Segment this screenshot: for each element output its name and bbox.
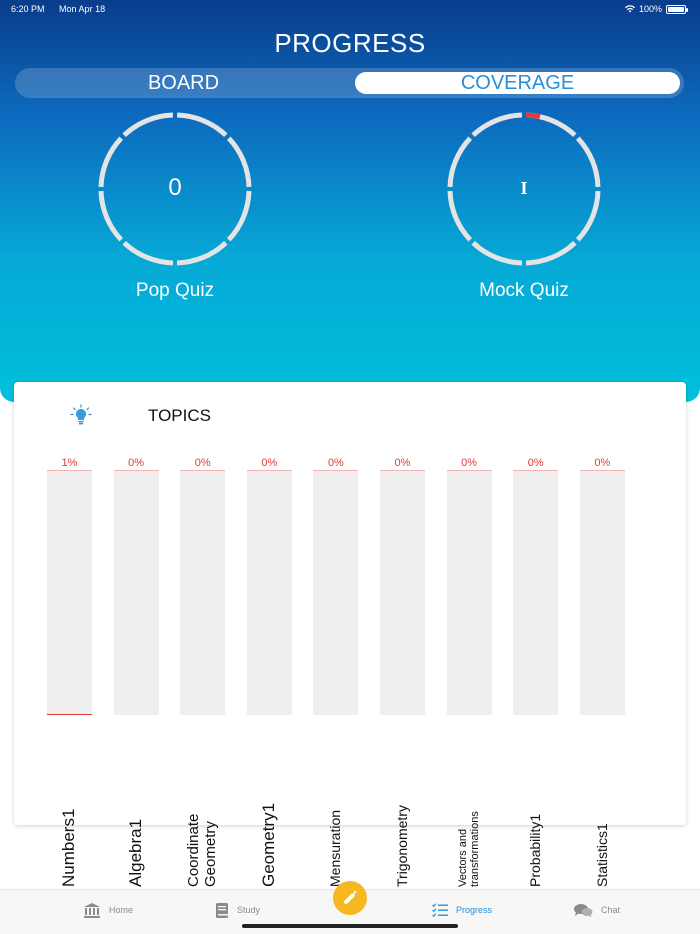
topic-bar-track xyxy=(113,470,159,715)
tab-home[interactable]: Home xyxy=(83,900,133,920)
topic-bar-track xyxy=(579,470,625,715)
tab-study-label: Study xyxy=(237,905,261,915)
topic-bar-track xyxy=(513,470,559,715)
tab-chat[interactable]: Chat xyxy=(574,900,620,920)
chat-bubbles-icon xyxy=(574,903,593,917)
ring-segment xyxy=(122,240,174,266)
topic-bar-track xyxy=(47,470,92,715)
lightbulb-icon xyxy=(70,404,92,425)
pop-quiz-ring[interactable]: 0 xyxy=(95,108,255,270)
topic-bar-track xyxy=(313,470,359,715)
topics-title: TOPICS xyxy=(148,406,211,425)
mock-quiz-label: Mock Quiz xyxy=(479,280,569,301)
tab-chat-label: Chat xyxy=(601,905,621,915)
topic-percent: 0% xyxy=(594,457,611,469)
ring-segment xyxy=(122,112,174,138)
battery-percent: 100% xyxy=(638,4,662,14)
topic-bar-track xyxy=(180,470,226,715)
topic-bar-track xyxy=(380,470,425,715)
view-segmented-control: BOARD COVERAGE xyxy=(15,68,684,98)
topic-percent: 0% xyxy=(194,457,211,469)
topic-percent: 0% xyxy=(461,457,478,469)
home-bank-icon xyxy=(84,903,100,918)
segment-board[interactable]: BOARD xyxy=(21,72,346,94)
battery-icon xyxy=(666,4,688,14)
topic-name: Mensuration xyxy=(327,809,344,887)
topic-percent: 0% xyxy=(527,457,544,469)
topic-percent: 1% xyxy=(61,457,78,469)
topics-card: TOPICS 1% Numbers1 0% Algebra1 0% Coordinate G… xyxy=(14,382,686,887)
ring-segment xyxy=(525,240,577,266)
ring-progress-arc xyxy=(525,112,541,120)
pen-sparkle-icon xyxy=(343,890,357,905)
topic-name: Coordinate Geometry xyxy=(185,813,219,887)
segment-coverage[interactable]: COVERAGE xyxy=(355,72,680,94)
tab-home-label: Home xyxy=(109,905,134,915)
topic-name: Probability1 xyxy=(527,813,543,887)
home-indicator xyxy=(242,924,458,928)
status-time: 6:20 PM xyxy=(11,4,45,14)
tab-study[interactable]: Study xyxy=(215,900,260,920)
book-icon xyxy=(216,902,228,918)
wifi-icon xyxy=(624,5,635,13)
topic-percent: 0% xyxy=(128,457,145,469)
checklist-icon xyxy=(432,903,448,917)
ring-segment xyxy=(176,112,228,138)
progress-header-panel: 6:20 PM Mon Apr 18 100% PROGRESS BOARD C… xyxy=(0,0,700,402)
topic-bar-fill xyxy=(47,713,92,715)
page-title: PROGRESS xyxy=(274,28,426,58)
pop-quiz-value: 0 xyxy=(168,174,182,201)
topic-name: Algebra1 xyxy=(125,818,145,887)
mock-quiz-value: I xyxy=(520,178,528,198)
center-action-button[interactable] xyxy=(333,881,367,915)
pop-quiz-label: Pop Quiz xyxy=(135,280,215,301)
ring-segment xyxy=(176,240,228,266)
topic-bar-track xyxy=(446,470,492,715)
topic-percent: 0% xyxy=(327,457,344,469)
topic-name: Statistics1 xyxy=(593,823,610,887)
ring-segment xyxy=(471,240,523,266)
topic-percent: 0% xyxy=(394,457,411,469)
status-date: Mon Apr 18 xyxy=(59,4,106,14)
topic-name: Geometry1 xyxy=(258,802,278,887)
topic-percent: 0% xyxy=(261,457,278,469)
topic-name: Numbers1 xyxy=(59,808,79,887)
progress-screen: 6:20 PM Mon Apr 18 100% PROGRESS BOARD C… xyxy=(0,0,700,934)
tab-progress-label: Progress xyxy=(456,905,493,915)
ring-segment xyxy=(471,112,523,138)
mock-quiz-ring[interactable]: I xyxy=(444,108,604,270)
status-bar: 6:20 PM Mon Apr 18 100% xyxy=(11,4,688,18)
topic-name: Trigonometry xyxy=(393,805,410,887)
topic-bar-track xyxy=(246,470,292,715)
tab-progress[interactable]: Progress xyxy=(432,900,492,920)
topic-name: Vectors and transformations xyxy=(457,811,482,887)
